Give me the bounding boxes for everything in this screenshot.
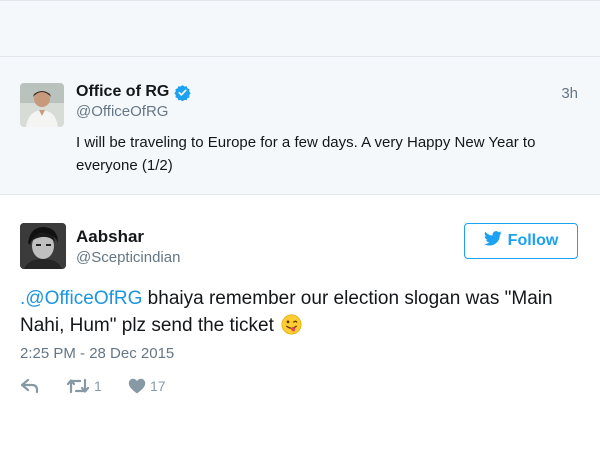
- follow-label: Follow: [507, 232, 559, 249]
- parent-handle[interactable]: @OfficeOfRG: [76, 103, 168, 120]
- winking-tongue-face-icon: [281, 314, 302, 335]
- tweet-timestamp[interactable]: 2:25 PM - 28 Dec 2015: [20, 345, 174, 362]
- retweet-icon: [66, 378, 90, 394]
- like-count: 17: [150, 378, 166, 394]
- retweet-count: 1: [94, 378, 102, 394]
- top-strip: [0, 0, 600, 57]
- like-button[interactable]: 17: [128, 378, 166, 394]
- reply-icon: [20, 378, 40, 394]
- author-avatar[interactable]: [20, 223, 66, 269]
- verified-badge-icon: [174, 84, 191, 101]
- parent-avatar[interactable]: [20, 83, 64, 127]
- parent-tweet[interactable]: Office of RG @OfficeOfRG 3h I will be tr…: [0, 57, 600, 195]
- parent-display-name[interactable]: Office of RG: [76, 83, 191, 101]
- retweet-button[interactable]: 1: [66, 378, 128, 394]
- author-display-name[interactable]: Aabshar: [76, 227, 144, 247]
- heart-icon: [128, 378, 146, 394]
- twitter-bird-icon: [483, 231, 502, 251]
- parent-timestamp[interactable]: 3h: [561, 85, 578, 102]
- reply-button[interactable]: [20, 378, 66, 394]
- parent-tweet-text: I will be traveling to Europe for a few …: [76, 134, 536, 174]
- mention-link[interactable]: .@OfficeOfRG: [20, 288, 142, 309]
- follow-button[interactable]: Follow: [464, 223, 578, 259]
- parent-name-text: Office of RG: [76, 83, 170, 100]
- tweet-text: .@OfficeOfRG bhaiya remember our electio…: [20, 285, 585, 339]
- author-handle[interactable]: @Scepticindian: [76, 249, 180, 266]
- tweet-actions: 1 17: [20, 378, 166, 394]
